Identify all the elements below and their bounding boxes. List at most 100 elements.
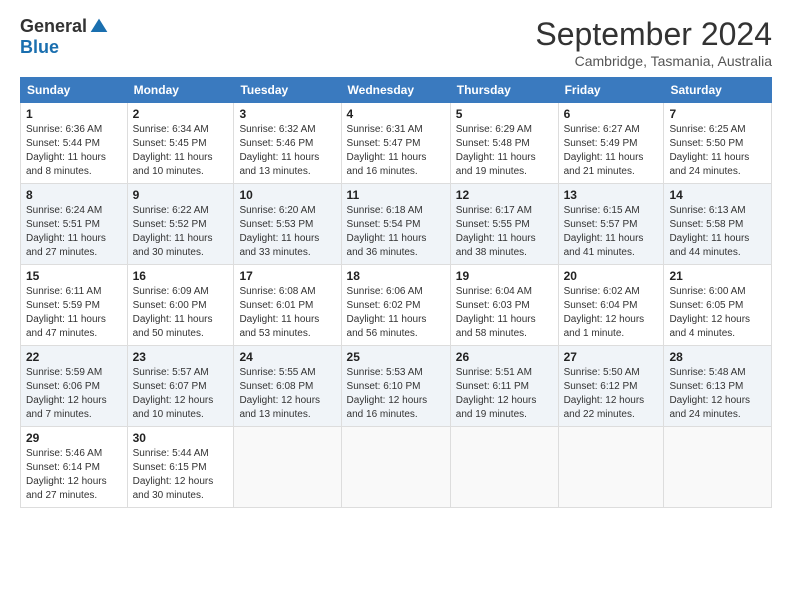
day-info: Sunrise: 5:51 AM Sunset: 6:11 PM Dayligh… [456, 366, 553, 422]
calendar-cell: 7 Sunrise: 6:25 AM Sunset: 5:50 PM Daylig… [664, 103, 772, 184]
day-info: Sunrise: 6:04 AM Sunset: 6:03 PM Dayligh… [456, 285, 553, 341]
day-info: Sunrise: 5:53 AM Sunset: 6:10 PM Dayligh… [347, 366, 445, 422]
day-info: Sunrise: 6:02 AM Sunset: 6:04 PM Dayligh… [564, 285, 659, 341]
calendar-cell: 6 Sunrise: 6:27 AM Sunset: 5:49 PM Daylig… [558, 103, 664, 184]
day-info: Sunrise: 6:27 AM Sunset: 5:49 PM Dayligh… [564, 123, 659, 179]
day-number: 26 [456, 350, 553, 364]
day-info: Sunrise: 6:31 AM Sunset: 5:47 PM Dayligh… [347, 123, 445, 179]
logo: General [20, 16, 109, 37]
day-number: 1 [26, 107, 122, 121]
col-saturday: Saturday [664, 78, 772, 103]
day-number: 18 [347, 269, 445, 283]
day-number: 21 [669, 269, 766, 283]
logo-icon [89, 17, 109, 37]
day-info: Sunrise: 5:55 AM Sunset: 6:08 PM Dayligh… [239, 366, 335, 422]
calendar-week-row: 1 Sunrise: 6:36 AM Sunset: 5:44 PM Daylig… [21, 103, 772, 184]
day-number: 3 [239, 107, 335, 121]
calendar-cell: 9 Sunrise: 6:22 AM Sunset: 5:52 PM Daylig… [127, 184, 234, 265]
calendar-cell [234, 427, 341, 508]
day-info: Sunrise: 5:46 AM Sunset: 6:14 PM Dayligh… [26, 447, 122, 503]
day-number: 30 [133, 431, 229, 445]
calendar-cell: 3 Sunrise: 6:32 AM Sunset: 5:46 PM Daylig… [234, 103, 341, 184]
day-number: 20 [564, 269, 659, 283]
day-number: 11 [347, 188, 445, 202]
day-number: 5 [456, 107, 553, 121]
day-info: Sunrise: 6:32 AM Sunset: 5:46 PM Dayligh… [239, 123, 335, 179]
day-number: 13 [564, 188, 659, 202]
calendar-cell: 2Sunrise: 6:34 AM Sunset: 5:45 PM Daylig… [127, 103, 234, 184]
day-info: Sunrise: 5:44 AM Sunset: 6:15 PM Dayligh… [133, 447, 229, 503]
day-info: Sunrise: 6:18 AM Sunset: 5:54 PM Dayligh… [347, 204, 445, 260]
day-number: 12 [456, 188, 553, 202]
calendar-week-row: 15 Sunrise: 6:11 AM Sunset: 5:59 PM Dayli… [21, 265, 772, 346]
day-number: 9 [133, 188, 229, 202]
logo-area: General Blue [20, 16, 109, 58]
day-info: Sunrise: 5:59 AM Sunset: 6:06 PM Dayligh… [26, 366, 122, 422]
day-number: 14 [669, 188, 766, 202]
title-area: September 2024 Cambridge, Tasmania, Aust… [535, 16, 772, 69]
day-number: 16 [133, 269, 229, 283]
calendar-cell: 23 Sunrise: 5:57 AM Sunset: 6:07 PM Dayli… [127, 346, 234, 427]
col-thursday: Thursday [450, 78, 558, 103]
calendar-cell: 17 Sunrise: 6:08 AM Sunset: 6:01 PM Dayli… [234, 265, 341, 346]
day-info: Sunrise: 6:15 AM Sunset: 5:57 PM Dayligh… [564, 204, 659, 260]
calendar-header-row: Sunday Monday Tuesday Wednesday Thursday… [21, 78, 772, 103]
col-friday: Friday [558, 78, 664, 103]
day-info: Sunrise: 6:06 AM Sunset: 6:02 PM Dayligh… [347, 285, 445, 341]
day-number: 29 [26, 431, 122, 445]
calendar-cell: 5 Sunrise: 6:29 AM Sunset: 5:48 PM Daylig… [450, 103, 558, 184]
col-monday: Monday [127, 78, 234, 103]
calendar-cell: 27Sunrise: 5:50 AM Sunset: 6:12 PM Dayli… [558, 346, 664, 427]
calendar-cell: 15 Sunrise: 6:11 AM Sunset: 5:59 PM Dayli… [21, 265, 128, 346]
day-info: Sunrise: 6:08 AM Sunset: 6:01 PM Dayligh… [239, 285, 335, 341]
calendar-cell: 8Sunrise: 6:24 AM Sunset: 5:51 PM Daylig… [21, 184, 128, 265]
calendar-week-row: 22 Sunrise: 5:59 AM Sunset: 6:06 PM Dayli… [21, 346, 772, 427]
day-number: 4 [347, 107, 445, 121]
calendar-cell [558, 427, 664, 508]
logo-blue: Blue [20, 37, 59, 58]
day-number: 28 [669, 350, 766, 364]
col-tuesday: Tuesday [234, 78, 341, 103]
day-number: 22 [26, 350, 122, 364]
day-number: 17 [239, 269, 335, 283]
calendar-cell: 29 Sunrise: 5:46 AM Sunset: 6:14 PM Dayli… [21, 427, 128, 508]
col-sunday: Sunday [21, 78, 128, 103]
calendar-cell: 18 Sunrise: 6:06 AM Sunset: 6:02 PM Dayli… [341, 265, 450, 346]
day-number: 24 [239, 350, 335, 364]
day-info: Sunrise: 5:50 AM Sunset: 6:12 PM Dayligh… [564, 366, 659, 422]
day-info: Sunrise: 6:29 AM Sunset: 5:48 PM Dayligh… [456, 123, 553, 179]
day-info: Sunrise: 6:34 AM Sunset: 5:45 PM Dayligh… [133, 123, 229, 179]
calendar-cell: 16Sunrise: 6:09 AM Sunset: 6:00 PM Dayli… [127, 265, 234, 346]
calendar-cell: 4 Sunrise: 6:31 AM Sunset: 5:47 PM Daylig… [341, 103, 450, 184]
calendar-cell [341, 427, 450, 508]
day-number: 23 [133, 350, 229, 364]
calendar-cell [450, 427, 558, 508]
day-number: 6 [564, 107, 659, 121]
calendar-cell: 14 Sunrise: 6:13 AM Sunset: 5:58 PM Dayli… [664, 184, 772, 265]
month-title: September 2024 [535, 16, 772, 53]
day-info: Sunrise: 6:20 AM Sunset: 5:53 PM Dayligh… [239, 204, 335, 260]
calendar-cell: 25Sunrise: 5:53 AM Sunset: 6:10 PM Dayli… [341, 346, 450, 427]
calendar-week-row: 8Sunrise: 6:24 AM Sunset: 5:51 PM Daylig… [21, 184, 772, 265]
day-info: Sunrise: 6:22 AM Sunset: 5:52 PM Dayligh… [133, 204, 229, 260]
calendar-week-row: 29 Sunrise: 5:46 AM Sunset: 6:14 PM Dayli… [21, 427, 772, 508]
calendar-cell: 1 Sunrise: 6:36 AM Sunset: 5:44 PM Daylig… [21, 103, 128, 184]
calendar-cell: 10Sunrise: 6:20 AM Sunset: 5:53 PM Dayli… [234, 184, 341, 265]
day-number: 19 [456, 269, 553, 283]
day-info: Sunrise: 6:25 AM Sunset: 5:50 PM Dayligh… [669, 123, 766, 179]
day-number: 15 [26, 269, 122, 283]
day-info: Sunrise: 6:17 AM Sunset: 5:55 PM Dayligh… [456, 204, 553, 260]
calendar-cell: 11 Sunrise: 6:18 AM Sunset: 5:54 PM Dayli… [341, 184, 450, 265]
header: General Blue September 2024 Cambridge, T… [20, 16, 772, 69]
col-wednesday: Wednesday [341, 78, 450, 103]
day-info: Sunrise: 6:36 AM Sunset: 5:44 PM Dayligh… [26, 123, 122, 179]
page: General Blue September 2024 Cambridge, T… [0, 0, 792, 612]
calendar-cell [664, 427, 772, 508]
day-info: Sunrise: 6:13 AM Sunset: 5:58 PM Dayligh… [669, 204, 766, 260]
logo-general: General [20, 16, 87, 37]
day-number: 7 [669, 107, 766, 121]
day-number: 8 [26, 188, 122, 202]
calendar-cell: 21Sunrise: 6:00 AM Sunset: 6:05 PM Dayli… [664, 265, 772, 346]
day-info: Sunrise: 5:57 AM Sunset: 6:07 PM Dayligh… [133, 366, 229, 422]
day-info: Sunrise: 6:11 AM Sunset: 5:59 PM Dayligh… [26, 285, 122, 341]
